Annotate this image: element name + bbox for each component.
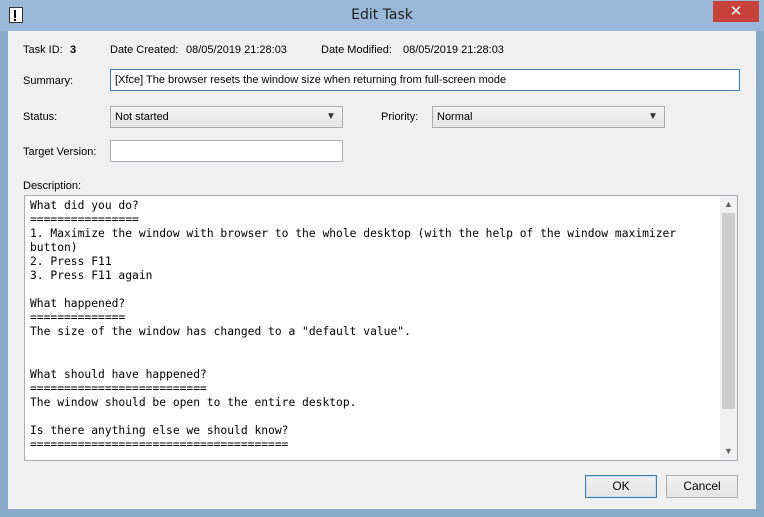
title-bar[interactable]: Edit Task ✕ (0, 0, 764, 31)
ok-button[interactable]: OK (585, 475, 657, 498)
chevron-down-icon: ▼ (648, 111, 658, 122)
summary-input[interactable]: [Xfce] The browser resets the window siz… (110, 69, 740, 91)
priority-value: Normal (437, 111, 473, 123)
priority-dropdown[interactable]: Normal ▼ (432, 106, 665, 128)
scroll-down-icon[interactable]: ▼ (720, 443, 737, 460)
task-id-label: Task ID: (23, 44, 63, 56)
close-button[interactable]: ✕ (713, 1, 759, 22)
description-scrollbar[interactable]: ▲ ▼ (720, 196, 737, 460)
description-textarea[interactable]: What did you do? ================ 1. Max… (24, 195, 738, 461)
priority-label: Priority: (381, 111, 419, 123)
summary-label: Summary: (23, 75, 74, 87)
date-created-label: Date Created: (110, 44, 179, 56)
description-text[interactable]: What did you do? ================ 1. Max… (30, 199, 720, 452)
date-modified-value: 08/05/2019 21:28:03 (403, 44, 504, 56)
task-id-value: 3 (70, 44, 77, 56)
status-dropdown[interactable]: Not started ▼ (110, 106, 343, 128)
scroll-up-icon[interactable]: ▲ (720, 196, 737, 213)
status-label: Status: (23, 111, 58, 123)
window-title: Edit Task (351, 7, 413, 23)
target-version-label: Target Version: (23, 146, 97, 158)
date-created-value: 08/05/2019 21:28:03 (186, 44, 287, 56)
status-value: Not started (115, 111, 169, 123)
edit-task-window: Edit Task ✕ Task ID: 3 Date Created: 08/… (0, 0, 764, 517)
scrollbar-thumb[interactable] (722, 213, 735, 409)
cancel-button[interactable]: Cancel (666, 475, 738, 498)
target-version-input[interactable] (110, 140, 343, 162)
date-modified-label: Date Modified: (321, 44, 392, 56)
description-label: Description: (23, 180, 82, 192)
dialog-body: Task ID: 3 Date Created: 08/05/2019 21:2… (8, 31, 756, 509)
chevron-down-icon: ▼ (326, 111, 336, 122)
